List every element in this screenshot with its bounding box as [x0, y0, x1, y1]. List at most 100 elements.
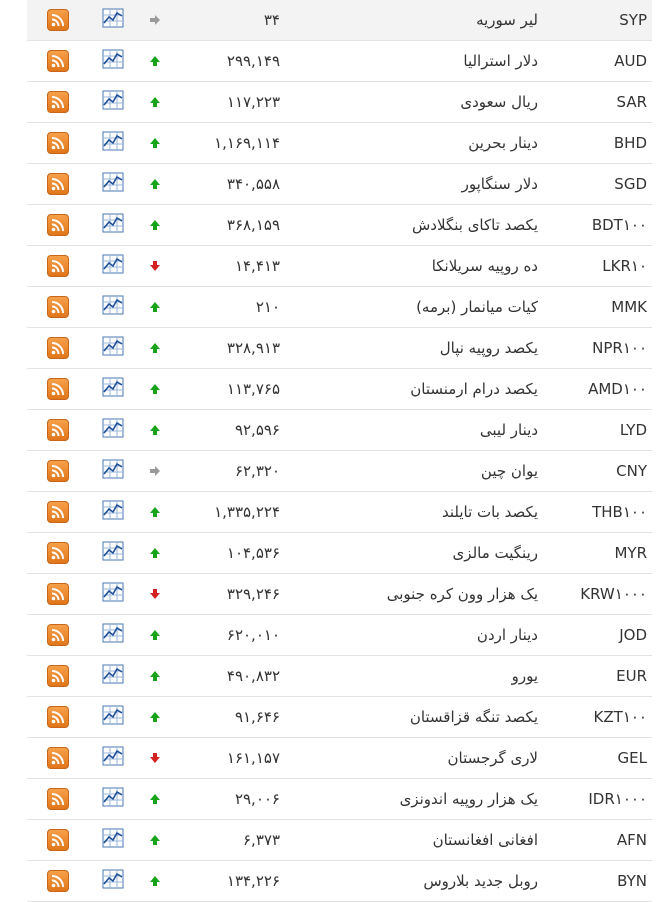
- rss-feed-link[interactable]: [47, 205, 69, 245]
- chart-icon[interactable]: [102, 172, 124, 192]
- rss-feed-link[interactable]: [47, 820, 69, 860]
- rss-feed-link[interactable]: [47, 369, 69, 409]
- rss-feed-link[interactable]: [47, 123, 69, 163]
- rss-feed-icon[interactable]: [47, 9, 69, 31]
- rss-feed-icon[interactable]: [47, 91, 69, 113]
- rss-feed-link[interactable]: [47, 738, 69, 778]
- table-row: ۳۶۸,۱۵۹ یکصد تاکای بنگلادش BDT۱۰۰: [27, 205, 652, 246]
- rss-feed-link[interactable]: [47, 164, 69, 204]
- rss-feed-icon[interactable]: [47, 501, 69, 523]
- chart-icon[interactable]: [102, 295, 124, 315]
- rss-feed-icon[interactable]: [47, 747, 69, 769]
- rss-feed-icon[interactable]: [47, 665, 69, 687]
- chart-link[interactable]: [102, 451, 124, 491]
- chart-icon[interactable]: [102, 623, 124, 643]
- chart-link[interactable]: [102, 574, 124, 614]
- chart-link[interactable]: [102, 246, 124, 286]
- arrow-up-icon: [150, 384, 160, 394]
- chart-link[interactable]: [102, 410, 124, 450]
- chart-link[interactable]: [102, 205, 124, 245]
- trend-indicator: [149, 533, 163, 573]
- arrow-up-icon: [150, 630, 160, 640]
- rss-feed-link[interactable]: [47, 41, 69, 81]
- chart-icon[interactable]: [102, 828, 124, 848]
- rss-feed-link[interactable]: [47, 779, 69, 819]
- currency-name: دینار اردن: [476, 626, 538, 644]
- rss-feed-link[interactable]: [47, 492, 69, 532]
- rss-feed-link[interactable]: [47, 246, 69, 286]
- rss-feed-link[interactable]: [47, 861, 69, 901]
- rss-feed-link[interactable]: [47, 615, 69, 655]
- rss-feed-icon[interactable]: [47, 296, 69, 318]
- chart-link[interactable]: [102, 738, 124, 778]
- rss-feed-link[interactable]: [47, 82, 69, 122]
- chart-link[interactable]: [102, 861, 124, 901]
- chart-icon[interactable]: [102, 705, 124, 725]
- rss-feed-icon[interactable]: [47, 583, 69, 605]
- rss-feed-link[interactable]: [47, 328, 69, 368]
- chart-link[interactable]: [102, 41, 124, 81]
- rss-feed-icon[interactable]: [47, 132, 69, 154]
- chart-icon[interactable]: [102, 8, 124, 28]
- chart-icon[interactable]: [102, 787, 124, 807]
- chart-icon[interactable]: [102, 213, 124, 233]
- trend-indicator: [149, 287, 163, 327]
- rss-feed-icon[interactable]: [47, 214, 69, 236]
- chart-link[interactable]: [102, 123, 124, 163]
- chart-icon[interactable]: [102, 254, 124, 274]
- chart-icon[interactable]: [102, 90, 124, 110]
- chart-icon[interactable]: [102, 582, 124, 602]
- rss-feed-icon[interactable]: [47, 419, 69, 441]
- rss-feed-link[interactable]: [47, 697, 69, 737]
- rss-feed-icon[interactable]: [47, 624, 69, 646]
- rss-feed-icon[interactable]: [47, 173, 69, 195]
- chart-link[interactable]: [102, 328, 124, 368]
- chart-link[interactable]: [102, 697, 124, 737]
- chart-icon[interactable]: [102, 869, 124, 889]
- rss-feed-icon[interactable]: [47, 542, 69, 564]
- chart-icon[interactable]: [102, 377, 124, 397]
- chart-link[interactable]: [102, 615, 124, 655]
- rss-feed-link[interactable]: [47, 410, 69, 450]
- rss-feed-icon[interactable]: [47, 870, 69, 892]
- trend-indicator: [149, 205, 163, 245]
- rss-feed-icon[interactable]: [47, 706, 69, 728]
- table-row: ۱,۳۳۵,۲۲۴ یکصد بات تایلند THB۱۰۰: [27, 492, 652, 533]
- chart-icon[interactable]: [102, 131, 124, 151]
- chart-link[interactable]: [102, 369, 124, 409]
- chart-icon[interactable]: [102, 418, 124, 438]
- chart-icon[interactable]: [102, 49, 124, 69]
- chart-icon[interactable]: [102, 541, 124, 561]
- chart-link[interactable]: [102, 0, 124, 40]
- chart-link[interactable]: [102, 820, 124, 860]
- chart-link[interactable]: [102, 492, 124, 532]
- rss-feed-link[interactable]: [47, 533, 69, 573]
- rss-feed-icon[interactable]: [47, 378, 69, 400]
- chart-icon[interactable]: [102, 336, 124, 356]
- table-row: ۱۰۴,۵۳۶ رینگیت مالزی MYR: [27, 533, 652, 574]
- rss-feed-icon[interactable]: [47, 460, 69, 482]
- rss-feed-icon[interactable]: [47, 50, 69, 72]
- chart-link[interactable]: [102, 164, 124, 204]
- rss-feed-icon[interactable]: [47, 337, 69, 359]
- chart-icon[interactable]: [102, 664, 124, 684]
- chart-link[interactable]: [102, 656, 124, 696]
- currency-code: KZT۱۰۰: [593, 708, 647, 726]
- chart-icon[interactable]: [102, 500, 124, 520]
- rss-feed-link[interactable]: [47, 451, 69, 491]
- table-row: ۶۲۰,۰۱۰ دینار اردن JOD: [27, 615, 652, 656]
- rss-feed-link[interactable]: [47, 574, 69, 614]
- rss-feed-link[interactable]: [47, 287, 69, 327]
- chart-link[interactable]: [102, 82, 124, 122]
- rss-feed-link[interactable]: [47, 656, 69, 696]
- table-row: ۲۱۰ کیات میانمار (برمه) MMK: [27, 287, 652, 328]
- chart-icon[interactable]: [102, 746, 124, 766]
- rss-feed-link[interactable]: [47, 0, 69, 40]
- chart-link[interactable]: [102, 779, 124, 819]
- chart-link[interactable]: [102, 287, 124, 327]
- rss-feed-icon[interactable]: [47, 829, 69, 851]
- chart-link[interactable]: [102, 533, 124, 573]
- chart-icon[interactable]: [102, 459, 124, 479]
- rss-feed-icon[interactable]: [47, 788, 69, 810]
- rss-feed-icon[interactable]: [47, 255, 69, 277]
